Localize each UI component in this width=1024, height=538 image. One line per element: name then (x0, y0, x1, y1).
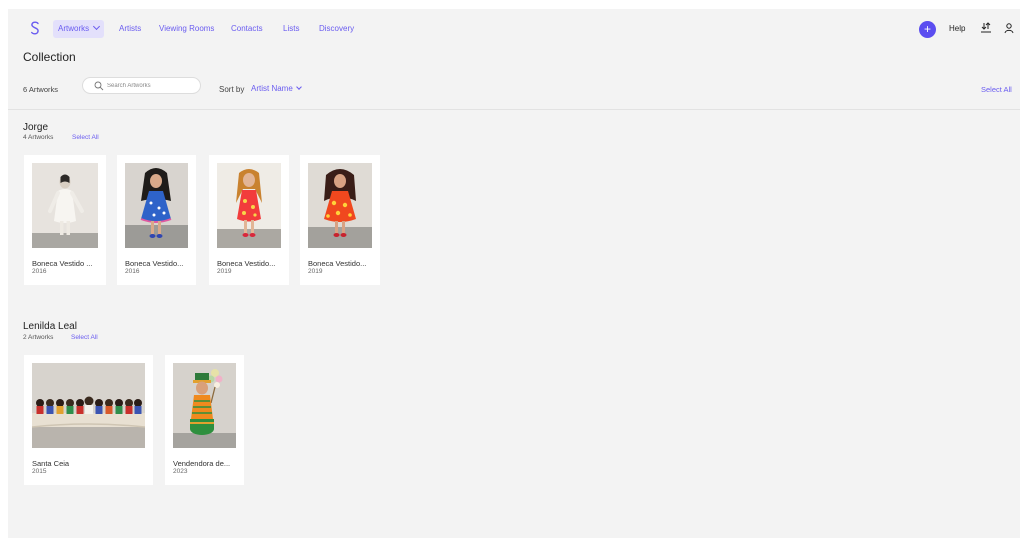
group-count: 2 Artworks (23, 334, 54, 341)
artwork-count: 6 Artworks (23, 85, 59, 94)
download-icon[interactable] (980, 22, 992, 34)
nav-artworks[interactable]: Artworks (53, 20, 105, 38)
search-box[interactable] (82, 77, 201, 94)
artwork-title: Boneca Vestido... (217, 259, 276, 268)
page-title: Collection (23, 50, 76, 64)
group-title: Jorge (23, 122, 49, 133)
help-link[interactable]: Help (949, 24, 965, 33)
nav-artists[interactable]: Artists (119, 20, 141, 38)
select-all-button[interactable]: Select All (981, 85, 1012, 94)
group-select-all[interactable]: Select All (71, 334, 98, 341)
artwork-title: Santa Ceia (32, 459, 70, 468)
add-button[interactable]: + (919, 21, 936, 38)
chevron-down-icon (295, 84, 302, 90)
nav-lists[interactable]: Lists (283, 20, 299, 38)
artwork-card[interactable]: Boneca Vestido... 2016 (117, 155, 196, 285)
nav-viewing-rooms[interactable]: Viewing Rooms (159, 20, 214, 38)
artwork-card[interactable]: Santa Ceia 2015 (24, 355, 153, 485)
sort-value: Artist Name (251, 84, 293, 93)
artwork-thumbnail (217, 163, 281, 248)
artwork-card[interactable]: Vendendora de... 2023 (165, 355, 244, 485)
chevron-down-icon (93, 22, 101, 31)
group-select-all[interactable]: Select All (72, 134, 99, 141)
artwork-thumbnail (308, 163, 372, 248)
artwork-thumbnail (125, 163, 188, 248)
artwork-thumbnail (32, 363, 145, 448)
artwork-year: 2019 (217, 268, 232, 275)
artwork-title: Boneca Vestido ... (32, 259, 93, 268)
artwork-thumbnail (173, 363, 236, 448)
divider (8, 109, 1020, 110)
app-frame: Artworks Artists Viewing Rooms Contacts … (8, 9, 1020, 538)
group-count: 4 Artworks (23, 134, 54, 141)
search-input[interactable] (107, 80, 197, 92)
nav-discovery[interactable]: Discovery (319, 20, 354, 38)
artwork-card[interactable]: Boneca Vestido... 2019 (300, 155, 380, 285)
artwork-card[interactable]: Boneca Vestido ... 2016 (24, 155, 106, 285)
app-logo-icon[interactable] (25, 18, 45, 38)
sort-dropdown[interactable]: Artist Name (251, 84, 302, 93)
artwork-title: Boneca Vestido... (308, 259, 367, 268)
artwork-year: 2016 (125, 268, 140, 275)
artwork-card[interactable]: Boneca Vestido... 2019 (209, 155, 289, 285)
sort-label: Sort by (219, 85, 245, 94)
artwork-title: Boneca Vestido... (125, 259, 184, 268)
artwork-title: Vendendora de... (173, 459, 231, 468)
artwork-year: 2023 (173, 468, 188, 475)
nav-artworks-label: Artworks (58, 24, 90, 33)
user-icon[interactable] (1003, 22, 1015, 34)
group-title: Lenilda Leal (23, 321, 77, 332)
artwork-year: 2019 (308, 268, 323, 275)
nav-contacts[interactable]: Contacts (231, 20, 263, 38)
top-nav: Artworks Artists Viewing Rooms Contacts … (8, 9, 1020, 49)
artwork-year: 2015 (32, 468, 47, 475)
artwork-thumbnail (32, 163, 98, 248)
search-icon (94, 81, 104, 91)
artwork-year: 2016 (32, 268, 47, 275)
